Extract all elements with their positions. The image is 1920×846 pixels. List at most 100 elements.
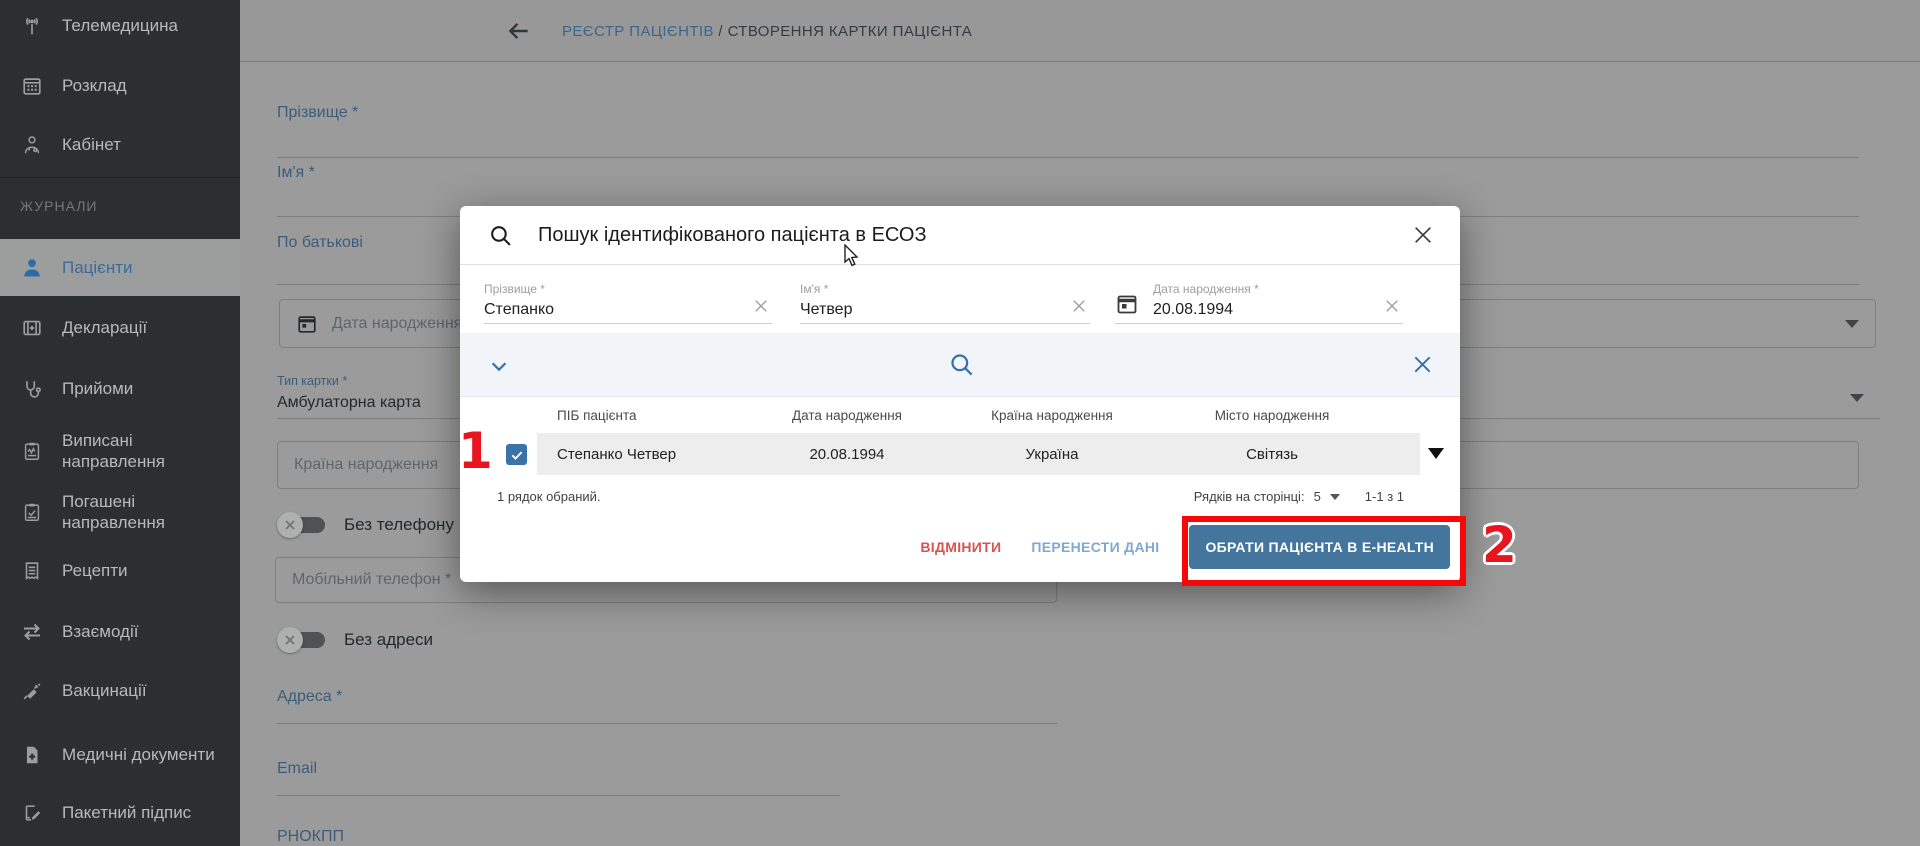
clear-x-icon[interactable]	[752, 297, 770, 315]
ehealth-patient-search-modal: Пошук ідентифікованого пацієнта в ЕСОЗ П…	[460, 206, 1460, 582]
no-phone-toggle[interactable]	[277, 512, 335, 538]
breadcrumb: РЕЄСТР ПАЦІЄНТІВ / СТВОРЕННЯ КАРТКИ ПАЦІ…	[562, 0, 972, 62]
stethoscope-icon	[20, 377, 44, 401]
sidebar-item-label: Рецепти	[62, 560, 217, 581]
annotation-step-1: 1	[458, 422, 493, 480]
app-root: Телемедицина Розклад Кабінет ЖУРНАЛИ Пац…	[0, 0, 1920, 846]
modal-footer: ВІДМІНИТИ ПЕРЕНЕСТИ ДАНІ ОБРАТИ ПАЦІЄНТА…	[460, 522, 1460, 572]
close-icon[interactable]	[1412, 224, 1434, 246]
bg-email-label: Email	[277, 760, 317, 778]
bg-last-name-label: Прізвище *	[277, 104, 358, 122]
sidebar-item-vaccinations[interactable]: Вакцинації	[0, 667, 240, 715]
sidebar-item-issued-referrals[interactable]: Виписані направлення	[0, 423, 240, 479]
annotation-step-2: 2	[1482, 516, 1517, 574]
selection-count-text: 1 рядок обраний.	[497, 489, 601, 504]
declaration-card-icon	[20, 316, 44, 340]
field-label: Ім'я *	[800, 282, 1090, 296]
breadcrumb-link-patient-registry[interactable]: РЕЄСТР ПАЦІЄНТІВ	[562, 23, 714, 40]
sidebar-item-label: Пакетний підпис	[62, 802, 217, 823]
row-expand-caret-icon[interactable]	[1428, 448, 1444, 459]
sidebar-item-cabinet[interactable]: Кабінет	[0, 121, 240, 169]
sidebar-item-batch-signature[interactable]: Пакетний підпис	[0, 789, 240, 837]
person-icon	[20, 256, 44, 280]
cell-patient-name: Степанко Четвер	[537, 446, 757, 463]
sidebar: Телемедицина Розклад Кабінет ЖУРНАЛИ Пац…	[0, 0, 240, 846]
sidebar-item-telemedicine[interactable]: Телемедицина	[0, 2, 240, 50]
bg-email-underline[interactable]	[277, 795, 840, 796]
toggle-thumb-x-icon	[277, 627, 303, 653]
clear-x-icon[interactable]	[1383, 297, 1401, 315]
header-patient-name: ПІБ пацієнта	[537, 408, 757, 423]
receipt-icon	[20, 559, 44, 583]
sidebar-item-appointments[interactable]: Прийоми	[0, 365, 240, 413]
rows-per-page-value[interactable]: 5	[1314, 489, 1321, 504]
sidebar-item-label: Виписані направлення	[62, 430, 217, 473]
modal-birth-date-field[interactable]: Дата народження * 20.08.1994	[1115, 282, 1403, 324]
clear-search-x-icon[interactable]	[1411, 353, 1434, 381]
sidebar-item-prescriptions[interactable]: Рецепти	[0, 547, 240, 595]
bg-rnokpp-label: РНОКПП	[277, 828, 344, 846]
bg-card-type-label: Тип картки *	[277, 374, 347, 388]
select-patient-ehealth-button[interactable]: ОБРАТИ ПАЦІЄНТА В E-HEALTH	[1189, 525, 1450, 569]
cell-birth-country: Україна	[937, 446, 1167, 463]
results-table-header: ПІБ пацієнта Дата народження Країна наро…	[460, 397, 1460, 433]
modal-last-name-field[interactable]: Прізвище * Степанко	[484, 282, 772, 324]
doctor-icon	[20, 133, 44, 157]
no-address-toggle[interactable]	[277, 627, 335, 653]
signature-pen-icon	[20, 801, 44, 825]
toggle-thumb-x-icon	[277, 512, 303, 538]
sidebar-item-label: Розклад	[62, 75, 217, 96]
modal-title: Пошук ідентифікованого пацієнта в ЕСОЗ	[538, 206, 927, 265]
field-value[interactable]: Четвер	[800, 301, 1090, 319]
sidebar-item-declarations[interactable]: Декларації	[0, 304, 240, 352]
bg-patronymic-label: По батькові	[277, 234, 363, 252]
transfer-data-button[interactable]: ПЕРЕНЕСТИ ДАНІ	[1031, 539, 1159, 555]
sidebar-item-label: Телемедицина	[62, 15, 217, 36]
rows-per-page-caret-icon[interactable]	[1330, 494, 1340, 500]
sidebar-item-label: Погашені направлення	[62, 491, 217, 534]
sidebar-item-interactions[interactable]: Взаємодії	[0, 608, 240, 656]
bg-address-label: Адреса *	[277, 688, 342, 706]
field-value[interactable]: 20.08.1994	[1153, 301, 1403, 319]
chevron-down-icon[interactable]	[1845, 320, 1859, 328]
sidebar-item-redeemed-referrals[interactable]: Погашені направлення	[0, 484, 240, 540]
sidebar-item-label: Медичні документи	[62, 744, 217, 765]
arrows-exchange-icon	[20, 620, 44, 644]
clipboard-check-icon	[20, 500, 44, 524]
search-icon[interactable]	[948, 351, 975, 383]
bg-address-underline[interactable]	[277, 723, 1058, 724]
breadcrumb-separator: /	[714, 23, 728, 40]
chevron-down-icon[interactable]	[488, 355, 510, 382]
header-birth-city: Місто народження	[1167, 408, 1377, 423]
antenna-icon	[20, 14, 44, 38]
bg-birth-country-placeholder: Країна народження	[294, 456, 438, 474]
bg-birth-date-label: Дата народження	[332, 315, 462, 333]
sidebar-section-journals: ЖУРНАЛИ	[20, 198, 97, 214]
bg-last-name-underline[interactable]	[277, 157, 1859, 158]
field-value[interactable]: Степанко	[484, 301, 772, 319]
no-address-label: Без адреси	[344, 630, 433, 650]
table-row[interactable]: Степанко Четвер 20.08.1994 Україна Світя…	[460, 433, 1460, 475]
sidebar-item-label: Кабінет	[62, 134, 217, 155]
bg-card-type-value: Амбулаторна карта	[277, 394, 421, 412]
header-birth-country: Країна народження	[937, 408, 1167, 423]
sidebar-item-patients[interactable]: Пацієнти	[0, 239, 240, 296]
document-plus-icon	[20, 743, 44, 767]
clear-x-icon[interactable]	[1070, 297, 1088, 315]
sidebar-item-schedule[interactable]: Розклад	[0, 62, 240, 110]
search-icon	[488, 223, 513, 248]
sidebar-item-label: Пацієнти	[62, 257, 217, 278]
modal-first-name-field[interactable]: Ім'я * Четвер	[800, 282, 1090, 324]
sidebar-item-medical-documents[interactable]: Медичні документи	[0, 727, 240, 783]
sidebar-item-label: Декларації	[62, 317, 217, 338]
calendar-icon	[296, 313, 318, 335]
row-checkbox-checked[interactable]	[506, 444, 527, 465]
back-arrow-icon[interactable]	[506, 18, 532, 44]
cell-birth-city: Світязь	[1167, 446, 1377, 463]
cancel-button[interactable]: ВІДМІНИТИ	[920, 539, 1001, 555]
table-row-cells[interactable]: Степанко Четвер 20.08.1994 Україна Світя…	[537, 433, 1420, 475]
calendar-icon	[20, 74, 44, 98]
chevron-down-icon[interactable]	[1850, 394, 1864, 402]
page-range-text: 1-1 з 1	[1365, 489, 1404, 504]
bg-mobile-phone-placeholder: Мобільний телефон *	[292, 571, 451, 589]
